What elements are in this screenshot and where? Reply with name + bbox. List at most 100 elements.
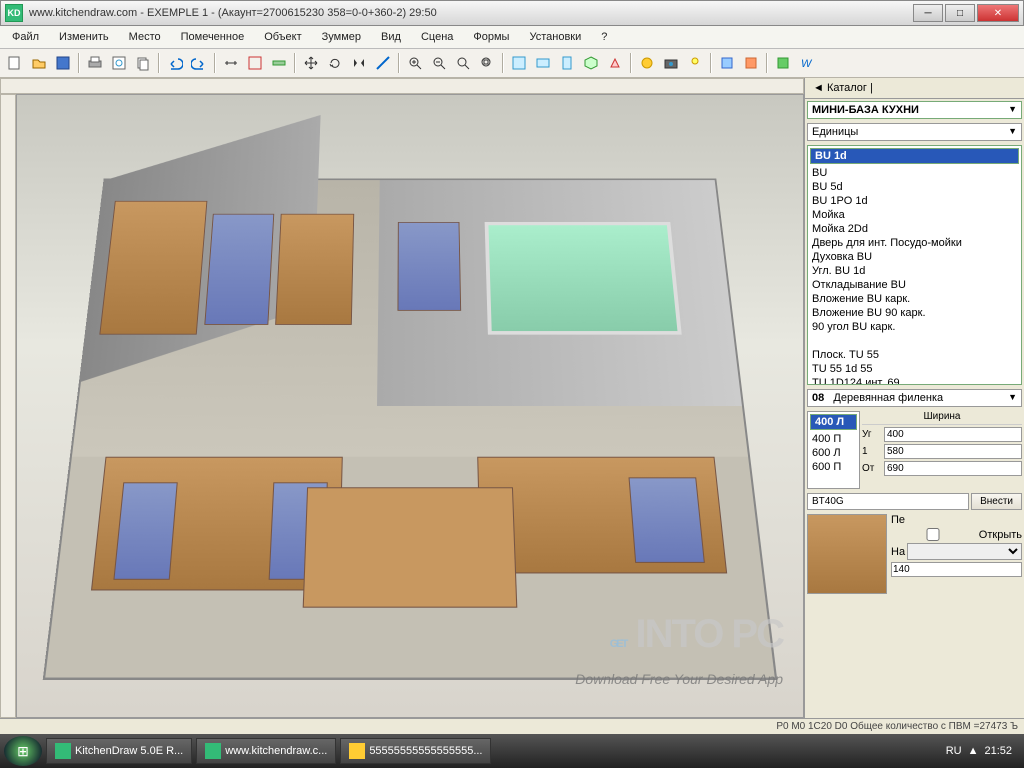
list-item[interactable]: Плоск. TU 55 [808,348,1021,362]
preview-thumbnail [807,514,887,594]
list-item[interactable]: BU 1PO 1d [808,194,1021,208]
menu-settings[interactable]: Установки [521,28,589,46]
row-select[interactable]: 08 Деревянная филенка▼ [807,389,1022,407]
list-item[interactable]: Мойка [808,208,1021,222]
render-icon[interactable] [636,52,658,74]
list-item[interactable]: Дверь для инт. Посудо-мойки [808,236,1021,250]
menu-view[interactable]: Вид [373,28,409,46]
prop-ug-label: Уг [862,429,882,440]
close-button[interactable]: ✕ [977,4,1019,22]
grid-icon[interactable] [244,52,266,74]
list-item[interactable]: TU 55 1d 55 [808,362,1021,376]
start-button[interactable]: ⊞ [4,736,42,766]
zoomin-icon[interactable] [404,52,426,74]
view-persp-icon[interactable] [604,52,626,74]
view3d-icon[interactable] [580,52,602,74]
list-item[interactable]: Угл. BU 1d [808,264,1021,278]
code-field[interactable]: BT40G [807,493,969,510]
sizes-listbox[interactable]: 400 Л 400 П600 Л600 П [807,411,860,489]
maximize-button[interactable]: □ [945,4,975,22]
size-item[interactable]: 600 Л [808,446,859,460]
menu-forms[interactable]: Формы [465,28,517,46]
menu-place[interactable]: Место [121,28,169,46]
copy-icon[interactable] [132,52,154,74]
watermark: GET INTO PC [610,612,783,657]
taskbar-item[interactable]: KitchenDraw 5.0E R... [46,738,192,764]
system-tray[interactable]: RU ▲ 21:52 [946,745,1020,757]
list-item[interactable] [808,334,1021,348]
list-item[interactable]: Вложение BU карк. [808,292,1021,306]
toolbar: W [0,49,1024,78]
taskbar: ⊞ KitchenDraw 5.0E R... www.kitchendraw.… [0,734,1024,768]
catalog-tab[interactable]: ◄ Каталог | [805,78,1024,99]
list-item[interactable]: 90 угол BU карк. [808,320,1021,334]
taskbar-item[interactable]: www.kitchendraw.c... [196,738,336,764]
menu-scene[interactable]: Сцена [413,28,461,46]
menu-zoom[interactable]: Зуммер [314,28,369,46]
tool1-icon[interactable] [716,52,738,74]
size-item[interactable]: 600 П [808,460,859,474]
prop-1-label: 1 [862,446,882,457]
light-icon[interactable] [684,52,706,74]
list-item[interactable]: Духовка BU [808,250,1021,264]
snap-icon[interactable] [268,52,290,74]
new-icon[interactable] [4,52,26,74]
view-side-icon[interactable] [556,52,578,74]
list-item[interactable]: BU [808,166,1021,180]
catalog-select[interactable]: МИНИ-БАЗА КУХНИ ▼ [807,101,1022,119]
undo-icon[interactable] [164,52,186,74]
camera-icon[interactable] [660,52,682,74]
move-icon[interactable] [300,52,322,74]
app-logo: KD [5,4,23,22]
menu-object[interactable]: Объект [256,28,309,46]
preview-icon[interactable] [108,52,130,74]
viewport-3d[interactable]: GET INTO PC Download Free Your Desired A… [16,94,804,718]
zoomfit-icon[interactable] [452,52,474,74]
size-item[interactable]: 400 Л [810,414,857,430]
mirror-icon[interactable] [348,52,370,74]
tool2-icon[interactable] [740,52,762,74]
kitchen-scene [43,178,778,679]
print-icon[interactable] [84,52,106,74]
list-item[interactable]: BU 5d [808,180,1021,194]
prop-ot-input[interactable] [884,461,1022,476]
open-checkbox[interactable]: Открыть [891,528,1022,541]
redo-icon[interactable] [188,52,210,74]
view-front-icon[interactable] [532,52,554,74]
list-item[interactable]: TU 1D124 инт. 69 [808,376,1021,385]
pe-label: Пе [891,514,1022,526]
zoomwin-icon[interactable] [476,52,498,74]
units-select[interactable]: Единицы▼ [807,123,1022,141]
taskbar-item[interactable]: 55555555555555555... [340,738,491,764]
zoomout-icon[interactable] [428,52,450,74]
na-select[interactable] [907,543,1022,560]
catalog-icon[interactable] [772,52,794,74]
save-icon[interactable] [52,52,74,74]
items-listbox[interactable]: BU 1d BUBU 5dBU 1PO 1dМойкаМойка 2DdДверь… [807,145,1022,385]
list-item[interactable]: BU 1d [810,148,1019,164]
menu-edit[interactable]: Изменить [51,28,117,46]
tray-lang[interactable]: RU [946,745,962,757]
open-icon[interactable] [28,52,50,74]
list-item[interactable]: Откладывание BU [808,278,1021,292]
menu-help[interactable]: ? [593,28,615,46]
tray-icon[interactable]: ▲ [968,745,979,757]
prop-1-input[interactable] [884,444,1022,459]
apply-button[interactable]: Внести [971,493,1022,510]
web-icon[interactable]: W [796,52,818,74]
dim-icon[interactable] [220,52,242,74]
size-item[interactable]: 400 П [808,432,859,446]
menu-marked[interactable]: Помеченное [173,28,253,46]
list-item[interactable]: Вложение BU 90 карк. [808,306,1021,320]
prop-ot-label: От [862,463,882,474]
rotate-icon[interactable] [324,52,346,74]
val-input[interactable] [891,562,1022,577]
svg-text:W: W [801,58,813,70]
list-item[interactable]: Мойка 2Dd [808,222,1021,236]
view2d-icon[interactable] [508,52,530,74]
measure-icon[interactable] [372,52,394,74]
ruler-horizontal [0,78,804,94]
menu-file[interactable]: Файл [4,28,47,46]
prop-ug-input[interactable] [884,427,1022,442]
minimize-button[interactable]: ─ [913,4,943,22]
